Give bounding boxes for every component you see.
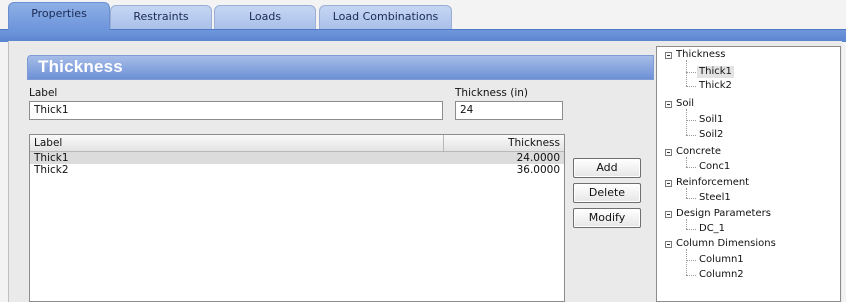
collapse-icon[interactable]	[665, 101, 672, 108]
tree-node-soil1[interactable]: Soil1	[699, 114, 723, 126]
modify-button[interactable]: Modify	[573, 208, 641, 228]
row-thickness: 24.0000	[516, 152, 560, 164]
tree-node-dc1[interactable]: DC_1	[699, 223, 725, 235]
tree-connector	[686, 135, 696, 136]
tree-node-column-dimensions[interactable]: Column Dimensions	[676, 238, 776, 250]
thickness-input[interactable]: 24	[455, 101, 563, 120]
tree-connector	[686, 249, 687, 275]
tree-connector	[686, 120, 696, 121]
collapse-icon[interactable]	[665, 180, 672, 187]
tree-connector	[686, 229, 696, 230]
list-header: Label Thickness	[30, 135, 564, 152]
collapse-icon[interactable]	[665, 149, 672, 156]
tree-connector	[686, 86, 696, 87]
table-row[interactable]: Thick2 36.0000	[30, 164, 564, 176]
tree-node-conc1[interactable]: Conc1	[699, 161, 730, 173]
collapse-icon[interactable]	[665, 211, 672, 218]
tree-connector	[686, 275, 696, 276]
label-caption: Label	[29, 87, 58, 99]
column-header-label[interactable]: Label	[30, 135, 444, 151]
tree-connector	[686, 167, 696, 168]
table-row[interactable]: Thick1 24.0000	[30, 152, 564, 164]
tree-node-thick1[interactable]: Thick1	[697, 66, 734, 78]
row-thickness: 36.0000	[516, 164, 560, 176]
collapse-icon[interactable]	[665, 52, 672, 59]
label-input[interactable]: Thick1	[29, 101, 443, 120]
tree-connector	[686, 60, 687, 86]
tree-connector	[686, 157, 687, 167]
tab-load-combinations[interactable]: Load Combinations	[319, 5, 452, 30]
thickness-list[interactable]: Label Thickness Thick1 24.0000 Thick2 36…	[29, 134, 565, 302]
tree-connector	[686, 260, 696, 261]
tree-connector	[686, 109, 687, 135]
tree-connector	[686, 198, 696, 199]
section-heading: Thickness	[27, 55, 654, 80]
section-title: Thickness	[38, 57, 123, 76]
tree-node-thickness[interactable]: Thickness	[676, 49, 725, 61]
tree-node-thick2[interactable]: Thick2	[699, 80, 732, 92]
tree-node-steel1[interactable]: Steel1	[699, 192, 731, 204]
tree-connector	[686, 72, 696, 73]
tree-node-concrete[interactable]: Concrete	[676, 146, 721, 158]
object-tree[interactable]: Thickness Thick1 Thick2 Soil Soil1 Soil2…	[656, 46, 841, 302]
add-button[interactable]: Add	[573, 158, 641, 178]
tree-connector	[686, 188, 687, 198]
tab-properties[interactable]: Properties	[8, 2, 110, 30]
row-label: Thick2	[34, 164, 69, 176]
tree-connector	[686, 219, 687, 229]
tree-node-design-parameters[interactable]: Design Parameters	[676, 208, 771, 220]
tree-node-column2[interactable]: Column2	[699, 269, 744, 281]
tab-restraints[interactable]: Restraints	[110, 5, 212, 30]
collapse-icon[interactable]	[665, 241, 672, 248]
thickness-caption: Thickness (in)	[455, 87, 528, 99]
row-label: Thick1	[34, 152, 69, 164]
tree-node-column1[interactable]: Column1	[699, 254, 744, 266]
delete-button[interactable]: Delete	[573, 183, 641, 203]
column-header-thickness[interactable]: Thickness	[444, 135, 564, 151]
tree-node-soil2[interactable]: Soil2	[699, 129, 723, 141]
tab-loads[interactable]: Loads	[214, 5, 316, 30]
tab-strip: Properties Restraints Loads Load Combina…	[0, 0, 846, 30]
